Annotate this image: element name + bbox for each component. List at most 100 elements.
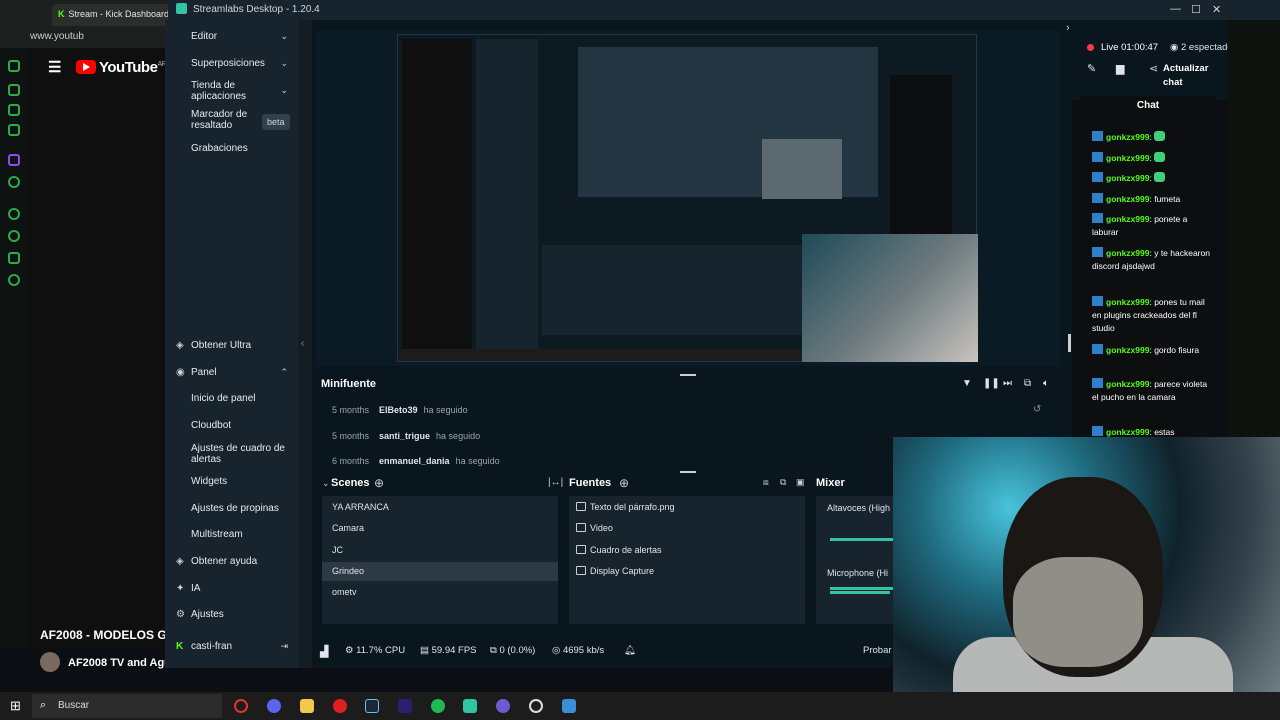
folder-icon[interactable]: ▣ [796,477,805,488]
sidebar-item-panel[interactable]: ◉ Panel [176,367,217,378]
sidebar-item-recordings[interactable]: Grabaciones [191,143,248,154]
user-icon[interactable]: ▆ [1116,62,1124,75]
chat-username[interactable]: gonkzx999 [1106,132,1149,142]
edit-icon[interactable]: ✎ [1087,62,1096,75]
rail-app-icon[interactable] [8,208,20,220]
share-icon[interactable]: ⋖ [1149,62,1158,75]
scene-item[interactable]: JC [332,545,343,555]
streamlabs-icon[interactable] [463,699,477,713]
rail-app-icon[interactable] [8,60,20,72]
logout-icon[interactable]: ⇥ [280,641,288,652]
volume-slider[interactable] [830,538,894,541]
chevron-down-icon[interactable]: ⌄ [322,478,330,489]
settings-gear-icon[interactable] [529,699,543,713]
rail-app-icon[interactable] [8,230,20,242]
chat-username[interactable]: gonkzx999 [1106,173,1149,183]
panel-drag-handle[interactable] [680,471,696,473]
source-item[interactable]: Cuadro de alertas [590,545,662,555]
sidebar-item-overlays[interactable]: Superposiciones [191,58,265,69]
media-player-icon[interactable] [333,699,347,713]
youtube-video-title[interactable]: AF2008 - MODELOS G [40,628,165,642]
source-item[interactable]: Display Capture [590,566,654,576]
sidebar-item-tips[interactable]: Ajustes de propinas [191,503,279,514]
sidebar-item-cloudbot[interactable]: Cloudbot [191,420,231,431]
steam-icon[interactable] [365,699,379,713]
repeat-icon[interactable]: ↺ [1033,404,1041,415]
chevron-down-icon[interactable]: ⌄ [280,58,288,69]
opera-icon[interactable] [234,699,248,713]
browser-tab[interactable]: K Stream - Kick Dashboard [52,4,170,26]
sidebar-item-widgets[interactable]: Widgets [191,476,227,487]
chevron-down-icon[interactable]: ⌄ [280,31,288,42]
rail-app-icon[interactable] [8,84,20,96]
scene-item-selected[interactable]: Grindeo [332,566,364,576]
sidebar-item-account[interactable]: Kcasti-fran [176,641,232,652]
volume-icon[interactable]: 🔈︎ [1043,378,1049,389]
sidebar-item-app-store[interactable]: Tienda de aplicaciones [191,80,271,102]
skip-icon[interactable]: ⏭ [1003,378,1012,389]
panel-drag-handle[interactable] [680,374,696,376]
refresh-chat-button[interactable]: Actualizar chat [1163,62,1213,90]
youtube-channel[interactable]: AF2008 TV and Agu [40,652,165,672]
feed-user[interactable]: ElBeto39 [379,405,418,415]
sidebar-item-dashboard-home[interactable]: Inicio de panel [191,393,256,404]
stats-chart-icon[interactable]: ▟ [320,645,328,658]
youtube-logo[interactable]: ☰ YouTubeAR [48,58,167,76]
source-group-icon[interactable]: ⧉ [780,477,786,488]
minimize-icon[interactable]: — [1170,3,1181,15]
chat-username[interactable]: gonkzx999 [1106,153,1149,163]
feed-user[interactable]: enmanuel_dania [379,456,450,466]
app-icon[interactable] [496,699,510,713]
sidebar-item-ai[interactable]: ✦ IA [176,583,200,594]
popout-icon[interactable]: ⧉ [1024,378,1031,389]
bell-icon[interactable]: 🔔︎ [624,645,636,656]
discord-icon[interactable] [267,699,281,713]
volume-slider[interactable] [830,587,894,590]
source-layout-icon[interactable]: ⧈ [763,477,769,488]
chat-username[interactable]: gonkzx999 [1106,345,1149,355]
settings-icon[interactable] [8,274,20,286]
rail-app-icon[interactable] [8,124,20,136]
chat-username[interactable]: gonkzx999 [1106,427,1149,437]
taskbar-search[interactable]: Buscar [32,694,222,718]
sidebar-collapse-strip[interactable]: ‹ [298,20,312,668]
chat-username[interactable]: gonkzx999 [1106,379,1149,389]
sidebar-item-multistream[interactable]: Multistream [191,529,243,540]
chat-username[interactable]: gonkzx999 [1106,194,1149,204]
resize-handle[interactable] [1068,334,1071,352]
scene-item[interactable]: ometv [332,587,357,597]
scene-item[interactable]: Camara [332,523,364,533]
feed-user[interactable]: santi_trigue [379,431,430,441]
sidebar-item-editor[interactable]: Editor [191,31,217,42]
add-source-button[interactable]: ⊕ [619,476,629,490]
rail-app-icon[interactable] [8,104,20,116]
sidebar-item-help[interactable]: ◈ Obtener ayuda [176,556,257,567]
filter-icon[interactable]: ▼ [962,378,972,389]
close-icon[interactable]: ✕ [1212,3,1221,16]
pause-icon[interactable]: ❚❚ [983,378,1000,389]
windows-start-icon[interactable]: ⊞ [10,698,21,714]
app-icon[interactable] [562,699,576,713]
sidebar-item-settings[interactable]: ⚙ Ajustes [176,609,224,620]
maximize-icon[interactable]: ☐ [1191,3,1201,16]
scene-item[interactable]: YA ARRANCA [332,502,389,512]
sidebar-item-highlighter[interactable]: Marcador de resaltado [191,109,261,131]
add-scene-button[interactable]: ⊕ [374,476,384,490]
menu-icon[interactable]: ☰ [48,58,62,76]
collapse-chevron-icon[interactable]: ‹ [301,338,304,349]
source-item[interactable]: Texto del párrafo.png [590,502,675,512]
chevron-right-icon[interactable]: › [1066,22,1070,34]
chevron-down-icon[interactable]: ⌄ [280,85,288,96]
sidebar-item-ultra[interactable]: ◈ Obtener Ultra [176,340,251,351]
chevron-up-icon[interactable]: ⌃ [280,367,288,378]
spotify-icon[interactable] [431,699,445,713]
source-item[interactable]: Video [590,523,613,533]
rail-app-icon[interactable] [8,252,20,264]
whatsapp-icon[interactable] [8,176,20,188]
twitch-icon[interactable] [8,154,20,166]
chat-username[interactable]: gonkzx999 [1106,297,1149,307]
chat-username[interactable]: gonkzx999 [1106,214,1149,224]
test-button[interactable]: Probar [863,645,892,656]
scene-transition-icon[interactable]: |↔| [548,477,563,488]
premiere-icon[interactable] [398,699,412,713]
